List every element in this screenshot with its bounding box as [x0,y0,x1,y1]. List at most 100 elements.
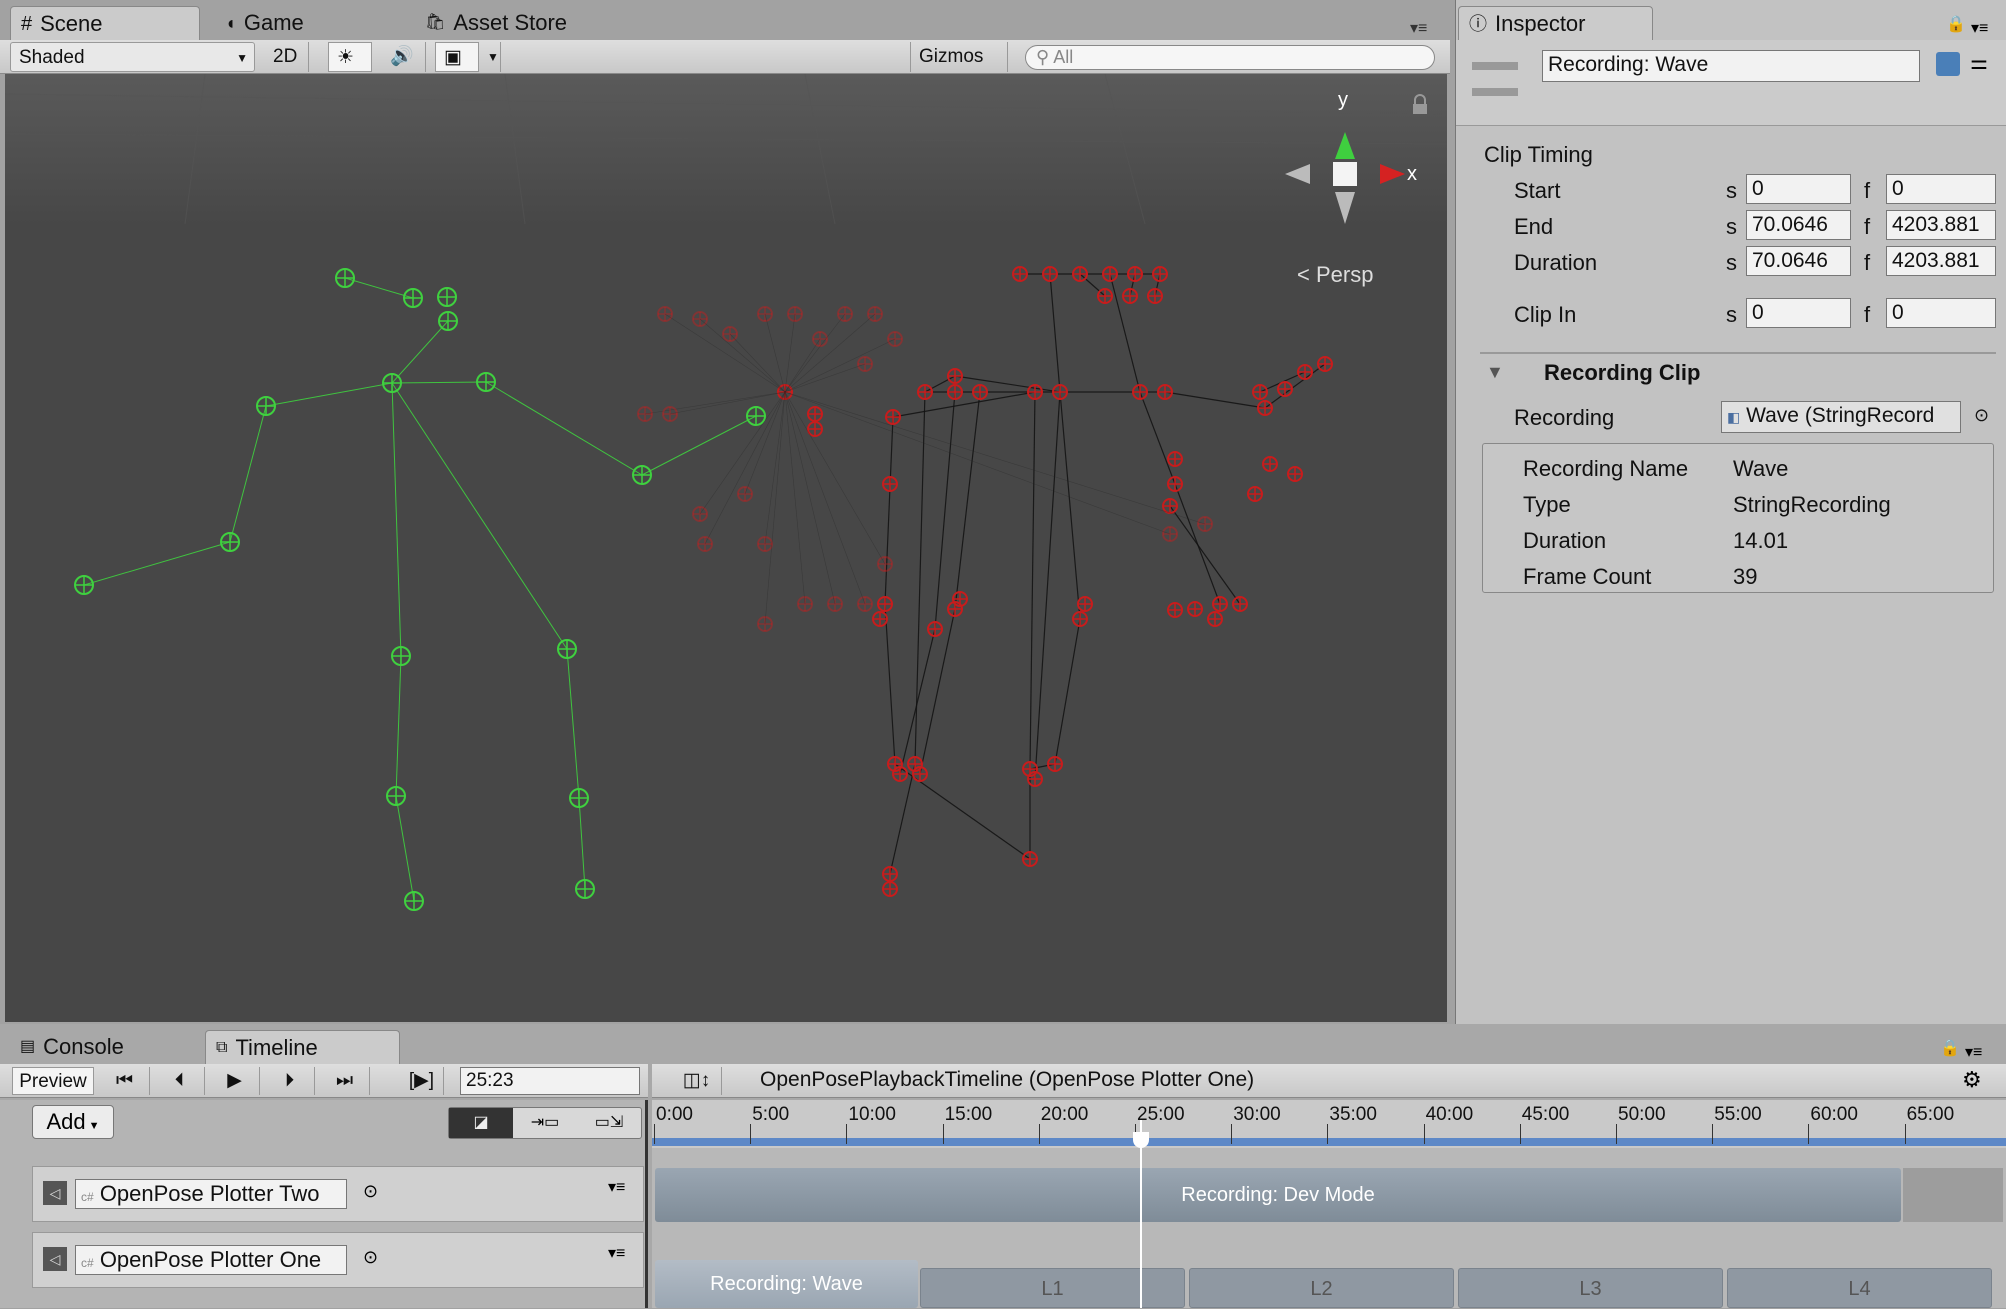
scene-panel: # Scene ◖ Game 🛍 Asset Store ▾≡ Shaded ▼… [0,0,1450,1024]
tab-game[interactable]: ◖ Game [215,6,365,40]
help-book-icon[interactable] [1936,52,1960,76]
ruler-label: 15:00 [944,1104,993,1125]
recording-object-field[interactable]: ◧ Wave (StringRecord [1721,401,1961,433]
skip-start-icon: ⏮ [115,1070,134,1091]
recording-value: Wave (StringRecord [1746,404,1935,427]
bone-line [892,391,1036,418]
tab-timeline[interactable]: ⧉ Timeline [205,1030,400,1064]
ruler-label: 0:00 [656,1104,693,1125]
play-range-button[interactable]: [▶] [400,1067,444,1095]
object-picker-icon[interactable]: ⊙ [363,1247,378,1268]
loop-segment[interactable]: L3 [1458,1268,1723,1308]
lighting-toggle-button[interactable]: ☀ [328,42,372,72]
loop-segment[interactable]: L1 [920,1268,1185,1308]
clip-icon [1472,62,1518,96]
track-header[interactable]: ◁ c# OpenPose Plotter Two ⊙ ▾≡ [32,1166,644,1222]
lock-icon[interactable]: 🔒 [1946,14,1966,34]
detail-value: Wave [1733,456,1789,481]
loop-segment[interactable]: L2 [1189,1268,1454,1308]
track-view-toggle[interactable]: ◫↕ [672,1067,722,1095]
track-header[interactable]: ◁ c# OpenPose Plotter One ⊙ ▾≡ [32,1232,644,1288]
ruler-tick [1712,1124,1714,1144]
sequence-in-button[interactable]: ⇥▭ [515,1108,575,1138]
bone-line [699,391,786,515]
bone-line [784,391,1206,525]
track-binding-field[interactable]: c# OpenPose Plotter One [75,1245,347,1275]
track-binding-field[interactable]: c# OpenPose Plotter Two [75,1179,347,1209]
panel-menu-icon[interactable]: ▾≡ [1410,18,1427,38]
seconds-field[interactable]: 0 [1746,174,1851,204]
object-picker-icon[interactable]: ⊙ [1974,405,1989,426]
settings-sliders-icon[interactable]: ⚌ [1970,50,1988,75]
bone-line [744,391,786,495]
detail-value: StringRecording [1733,492,1891,517]
scene-search-input[interactable]: ⚲ All [1025,45,1435,70]
effects-dropdown-button[interactable]: ▼ [479,42,501,72]
playhead[interactable] [1140,1120,1142,1308]
seconds-field[interactable]: 0 [1746,298,1851,328]
clip-wave[interactable]: Recording: Wave [655,1260,918,1308]
tab-scene[interactable]: # Scene [10,6,200,40]
go-to-start-button[interactable]: ⏮ [100,1067,150,1095]
green-skeleton [74,268,766,911]
foldout-arrow-icon[interactable]: ▼ [1486,362,1504,383]
track-menu-icon[interactable]: ▾≡ [608,1177,625,1197]
track-menu-icon[interactable]: ▾≡ [608,1243,625,1263]
hash-icon: # [21,12,33,35]
tab-scene-label: Scene [40,10,103,36]
sun-icon: ☀ [337,47,355,68]
frames-field[interactable]: 4203.881 [1886,246,1996,276]
clip-timing-header: Clip Timing [1484,142,1593,167]
scene-viewport[interactable]: y x < Persp [5,74,1447,1022]
current-time-field[interactable]: 25:23 [460,1067,640,1095]
seconds-prefix: s [1726,302,1737,327]
info-icon: ⓘ [1469,13,1487,34]
gear-icon[interactable]: ⚙ [1962,1067,1982,1093]
loop-segment[interactable]: L4 [1727,1268,1992,1308]
play-button[interactable]: ▶ [210,1067,260,1095]
audio-toggle-button[interactable]: 🔊 [382,42,426,72]
next-frame-button[interactable]: ⏵ [265,1067,315,1095]
add-track-button[interactable]: Add ▼ [32,1105,114,1139]
bone-line [229,405,267,543]
bone-line [784,313,796,393]
frames-field[interactable]: 0 [1886,298,1996,328]
tab-inspector[interactable]: ⓘ Inspector [1458,6,1653,40]
preview-toggle-button[interactable]: Preview [12,1067,94,1095]
console-icon: ▤ [20,1038,36,1055]
shading-mode-dropdown[interactable]: Shaded ▼ [10,42,255,72]
bone-line [641,415,757,476]
tab-asset-store[interactable]: 🛍 Asset Store [415,6,615,40]
lock-icon[interactable]: 🔒 [1940,1038,1960,1058]
object-picker-icon[interactable]: ⊙ [363,1181,378,1202]
bone-line [485,381,643,476]
bone-line [1034,391,1061,780]
ruler-label: 35:00 [1329,1104,1377,1125]
panel-menu-icon[interactable]: ▾≡ [1971,18,1988,38]
previous-frame-button[interactable]: ⏴ [155,1067,205,1095]
gizmo-y-label: y [1338,89,1348,111]
bone-line [1139,391,1176,485]
tab-console[interactable]: ▤ Console [10,1030,200,1064]
seconds-field[interactable]: 70.0646 [1746,210,1851,240]
shopping-bag-icon: 🛍 [425,14,446,31]
effects-toggle-button[interactable]: ▣ [435,42,479,72]
clip-dev-mode[interactable]: Recording: Dev Mode [655,1168,1901,1222]
sequence-out-button[interactable]: ▭⇲ [577,1108,641,1138]
go-to-end-button[interactable]: ⏭ [320,1067,370,1095]
panel-menu-icon[interactable]: ▾≡ [1965,1042,1982,1062]
bone-line [391,320,449,384]
object-name-field[interactable]: Recording: Wave [1542,50,1920,82]
playhead-handle-icon[interactable] [1133,1132,1149,1148]
projection-label[interactable]: < Persp [1297,262,1373,287]
timeline-icon: ⧉ [216,1038,228,1056]
gizmos-dropdown[interactable]: Gizmos ▼ [910,42,1008,95]
pacman-icon: ◖ [225,13,236,33]
seconds-field[interactable]: 70.0646 [1746,246,1851,276]
track-filter-toggles: ◪ ⇥▭ ▭⇲ [448,1107,642,1139]
curves-toggle-button[interactable]: ◪ [449,1108,513,1138]
frames-field[interactable]: 0 [1886,174,1996,204]
2d-toggle-button[interactable]: 2D [265,42,309,72]
seconds-prefix: s [1726,250,1737,275]
frames-field[interactable]: 4203.881 [1886,210,1996,240]
